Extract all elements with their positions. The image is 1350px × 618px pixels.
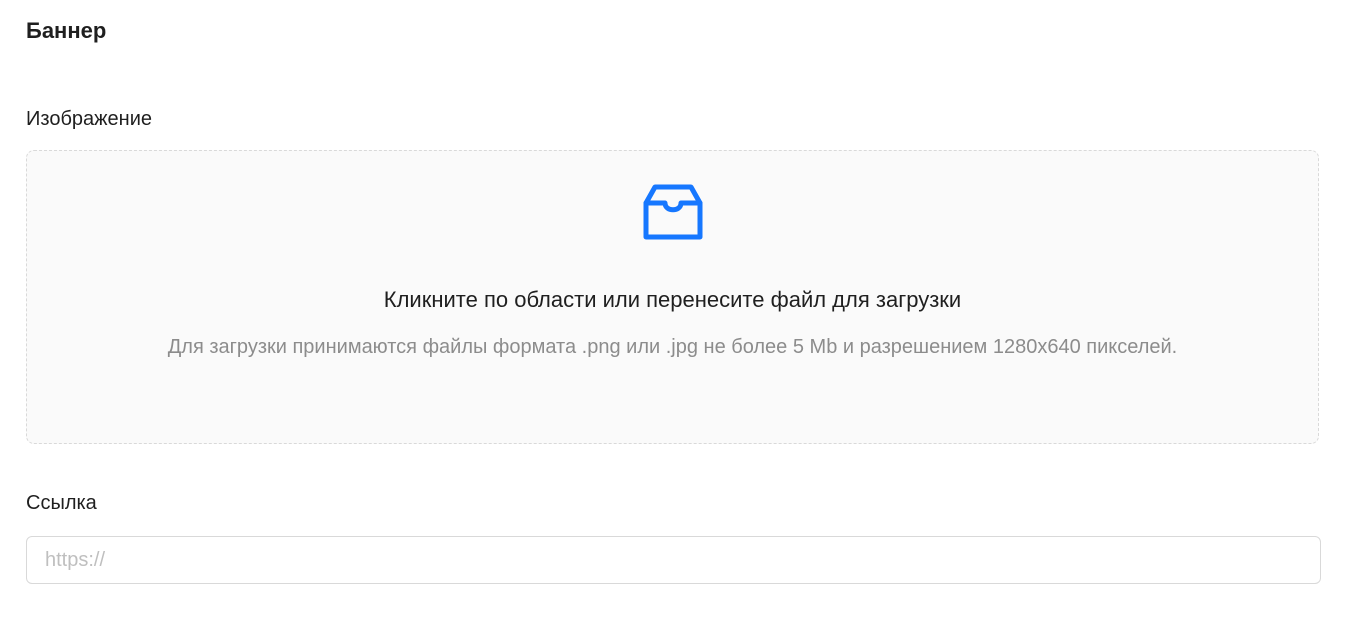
section-title: Баннер xyxy=(26,18,107,43)
upload-hint-text: Для загрузки принимаются файлы формата .… xyxy=(167,336,1178,358)
link-input[interactable] xyxy=(26,536,1321,584)
image-field-label: Изображение xyxy=(26,108,152,130)
inbox-icon xyxy=(643,183,703,243)
upload-instruction-text: Кликните по области или перенесите файл … xyxy=(383,287,962,312)
link-field-label: Ссылка xyxy=(26,492,97,514)
image-upload-dropzone[interactable]: Кликните по области или перенесите файл … xyxy=(26,150,1319,444)
